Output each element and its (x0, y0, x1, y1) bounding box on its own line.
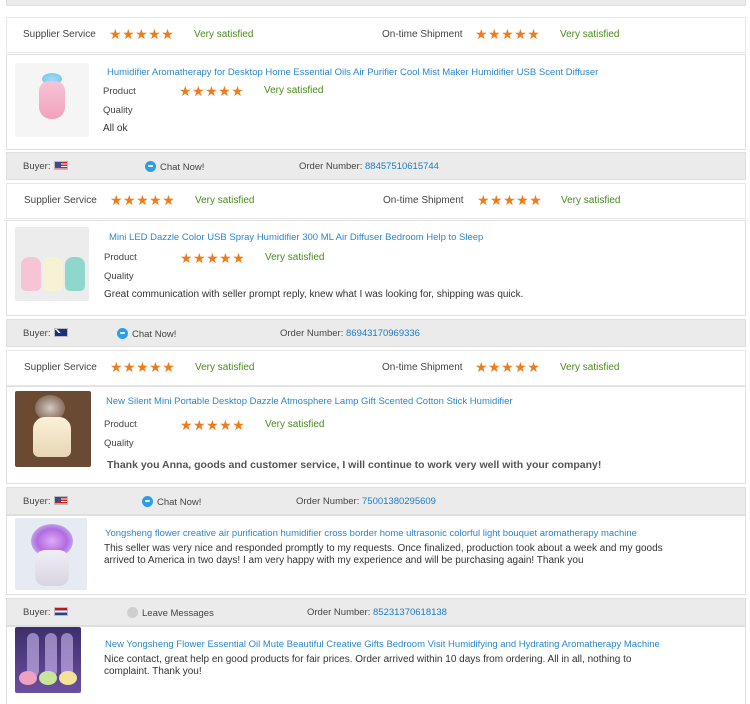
chat-now-button[interactable]: Chat Now! (117, 328, 176, 340)
product-label: Product (104, 252, 137, 263)
review-text: All ok (103, 123, 128, 134)
supplier-service-satisfaction: Very satisfied (194, 29, 254, 40)
order-number-value[interactable]: 86943170969336 (346, 328, 420, 339)
order-number-label: Order Number: (307, 607, 371, 618)
chat-now-button[interactable]: Chat Now! (142, 496, 201, 508)
order-number-label: Order Number: (280, 328, 344, 339)
review-text-line-2: complaint. Thank you! (104, 666, 202, 677)
supplier-service-stars: ★★★★★ (110, 359, 176, 375)
supplier-service-label: Supplier Service (24, 362, 97, 373)
on-time-shipment-stars: ★★★★★ (475, 26, 541, 42)
product-thumbnail[interactable] (15, 63, 89, 137)
review-text-line-2: arrived to America in two days! I am ver… (104, 555, 584, 566)
chat-icon (142, 496, 153, 507)
order-number-value[interactable]: 85231370618138 (373, 607, 447, 618)
product-label: Product (104, 419, 137, 430)
product-thumbnail[interactable] (15, 391, 91, 467)
order-number: Order Number: 88457510615744 (299, 161, 439, 172)
product-stars: ★★★★★ (180, 417, 246, 433)
us-flag-icon (54, 496, 69, 505)
product-thumbnail[interactable] (15, 227, 89, 301)
on-time-shipment-satisfaction: Very satisfied (561, 195, 621, 206)
quality-label: Quality (104, 271, 134, 282)
product-title-link[interactable]: Humidifier Aromatherapy for Desktop Home… (107, 67, 598, 78)
on-time-shipment-stars: ★★★★★ (477, 192, 543, 208)
product-satisfaction: Very satisfied (265, 252, 325, 263)
buyer-bar: Buyer: Leave Messages Order Number: 8523… (6, 598, 746, 626)
buyer-text: Buyer: (23, 161, 51, 172)
order-number-label: Order Number: (296, 496, 360, 507)
buyer-bar: Buyer: Chat Now! Order Number: 750013802… (6, 487, 746, 515)
product-title-link[interactable]: New Silent Mini Portable Desktop Dazzle … (106, 396, 513, 407)
on-time-shipment-label: On-time Shipment (383, 195, 464, 206)
chat-now-button[interactable]: Chat Now! (145, 161, 204, 173)
supplier-service-label: Supplier Service (24, 195, 97, 206)
buyer-text: Buyer: (23, 496, 51, 507)
product-satisfaction: Very satisfied (265, 419, 325, 430)
buyer-bar: Buyer: Chat Now! Order Number: 884575106… (6, 152, 746, 180)
au-flag-icon (54, 328, 69, 337)
us-flag-icon (54, 161, 69, 170)
buyer-label: Buyer: (23, 607, 69, 618)
chat-now-label: Chat Now! (157, 497, 202, 508)
service-rating-row: Supplier Service ★★★★★ Very satisfied On… (6, 183, 746, 219)
buyer-label: Buyer: (23, 496, 69, 507)
order-number-value[interactable]: 88457510615744 (365, 161, 439, 172)
message-icon (127, 607, 138, 618)
quality-label: Quality (104, 438, 134, 449)
buyer-bar: Buyer: Chat Now! Order Number: 869431709… (6, 319, 746, 347)
buyer-text: Buyer: (23, 607, 51, 618)
on-time-shipment-satisfaction: Very satisfied (560, 29, 620, 40)
leave-messages-button[interactable]: Leave Messages (127, 607, 214, 619)
product-title-link[interactable]: Yongsheng flower creative air purificati… (105, 528, 637, 539)
service-rating-row: Supplier Service ★★★★★ Very satisfied On… (6, 17, 746, 53)
chat-now-label: Chat Now! (160, 162, 205, 173)
review-text-line-1: This seller was very nice and responded … (104, 543, 663, 554)
on-time-shipment-label: On-time Shipment (382, 362, 463, 373)
leave-messages-label: Leave Messages (142, 608, 214, 619)
product-stars: ★★★★★ (180, 250, 246, 266)
supplier-service-satisfaction: Very satisfied (195, 195, 255, 206)
product-review: New Yongsheng Flower Essential Oil Mute … (6, 626, 746, 704)
order-number: Order Number: 85231370618138 (307, 607, 447, 618)
product-review: Yongsheng flower creative air purificati… (6, 515, 746, 595)
order-number-value[interactable]: 75001380295609 (362, 496, 436, 507)
product-review: New Silent Mini Portable Desktop Dazzle … (6, 386, 746, 484)
review-text: Thank you Anna, goods and customer servi… (107, 459, 602, 471)
order-number-label: Order Number: (299, 161, 363, 172)
buyer-text: Buyer: (23, 328, 51, 339)
review-text: Great communication with seller prompt r… (104, 289, 524, 300)
quality-label: Quality (103, 105, 133, 116)
supplier-service-satisfaction: Very satisfied (195, 362, 255, 373)
product-title-link[interactable]: Mini LED Dazzle Color USB Spray Humidifi… (109, 232, 483, 243)
on-time-shipment-satisfaction: Very satisfied (560, 362, 620, 373)
product-review: Humidifier Aromatherapy for Desktop Home… (6, 54, 746, 150)
product-thumbnail[interactable] (15, 627, 81, 693)
product-stars: ★★★★★ (179, 83, 245, 99)
product-label: Product (103, 86, 136, 97)
chat-now-label: Chat Now! (132, 329, 177, 340)
product-title-link[interactable]: New Yongsheng Flower Essential Oil Mute … (105, 639, 660, 650)
order-number: Order Number: 86943170969336 (280, 328, 420, 339)
on-time-shipment-stars: ★★★★★ (475, 359, 541, 375)
order-number: Order Number: 75001380295609 (296, 496, 436, 507)
supplier-service-stars: ★★★★★ (109, 26, 175, 42)
service-rating-row: Supplier Service ★★★★★ Very satisfied On… (6, 350, 746, 386)
chat-icon (145, 161, 156, 172)
supplier-service-label: Supplier Service (23, 29, 96, 40)
product-satisfaction: Very satisfied (264, 85, 324, 96)
supplier-service-stars: ★★★★★ (110, 192, 176, 208)
product-review: Mini LED Dazzle Color USB Spray Humidifi… (6, 220, 746, 316)
chat-icon (117, 328, 128, 339)
review-text-line-1: Nice contact, great help en good product… (104, 654, 632, 665)
on-time-shipment-label: On-time Shipment (382, 29, 463, 40)
product-thumbnail[interactable] (15, 518, 87, 590)
buyer-label: Buyer: (23, 328, 69, 339)
nl-flag-icon (54, 607, 69, 616)
buyer-label: Buyer: (23, 161, 69, 172)
buyer-bar (6, 0, 746, 6)
